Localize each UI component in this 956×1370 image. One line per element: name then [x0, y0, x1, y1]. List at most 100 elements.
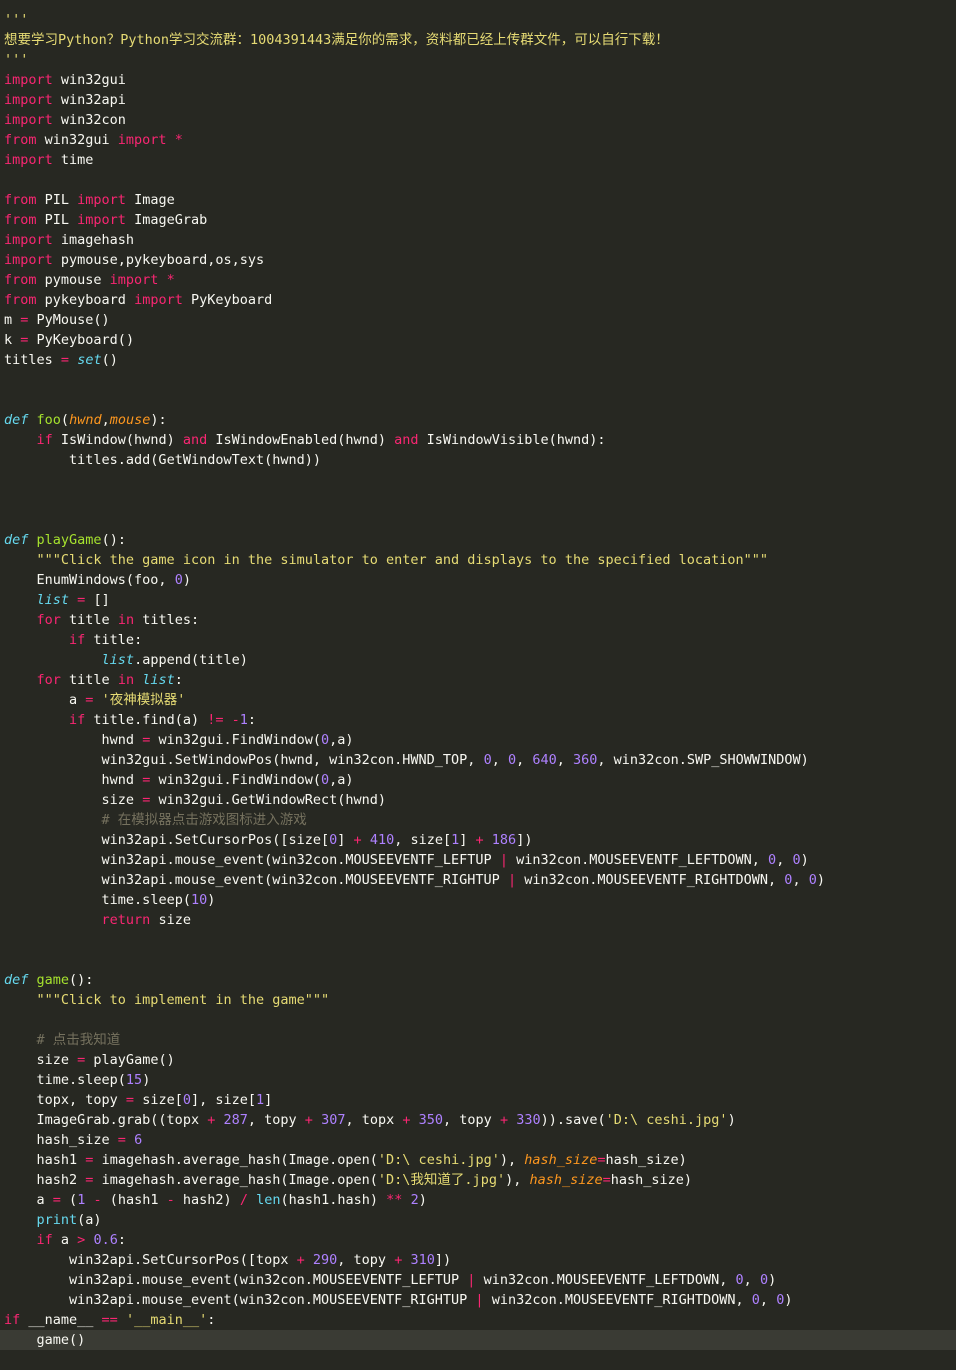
code-text: hash_size) — [605, 1152, 687, 1168]
code-text: imagehash — [52, 232, 135, 248]
code-line: import win32con — [4, 110, 126, 130]
code-line: list.append(title) — [4, 650, 248, 670]
code-editor[interactable]: ''' 想要学习Python？Python学习交流群：1004391443满足你的… — [0, 0, 956, 1370]
code-text: size — [101, 792, 143, 808]
code-text: PIL — [36, 192, 78, 208]
keyword: import — [134, 292, 183, 308]
code-text: )).save( — [540, 1112, 606, 1128]
code-line: list = [] — [4, 590, 110, 610]
code-text: ), — [499, 1152, 525, 1168]
code-line: topx, topy = size[0], size[1] — [4, 1090, 273, 1110]
code-text: ,a) — [329, 732, 354, 748]
code-text: ) — [768, 1272, 777, 1288]
operator: = — [125, 1092, 135, 1108]
code-line: ImageGrab.grab((topx + 287, topy + 307, … — [4, 1110, 736, 1130]
number: 350 — [418, 1112, 444, 1128]
function-name: game — [36, 972, 70, 988]
code-line: a = '夜神模拟器' — [4, 690, 185, 710]
code-text: imagehash.average_hash(Image.open( — [93, 1152, 378, 1168]
code-line: hash_size = 6 — [4, 1130, 143, 1150]
code-line: titles.add(GetWindowText(hwnd)) — [4, 450, 321, 470]
string: """Click the game icon in the simulator … — [36, 552, 769, 568]
operator: * — [174, 132, 183, 148]
code-text: titles: — [134, 612, 200, 628]
code-line: ''' — [4, 10, 28, 30]
code-text: win32gui.SetWindowPos(hwnd, win32con.HWN… — [101, 752, 484, 768]
comment: # 点击我知道 — [36, 1032, 121, 1048]
number: 186 — [491, 832, 517, 848]
code-line: print(a) — [4, 1210, 102, 1230]
code-text: ,a) — [329, 772, 354, 788]
code-text: , — [556, 752, 574, 768]
code-text: , — [743, 1272, 760, 1288]
string: '夜神模拟器' — [101, 692, 186, 708]
code-text: title — [60, 672, 118, 688]
code-text: , topy — [247, 1112, 305, 1128]
code-line: def foo(hwnd,mouse): — [4, 410, 167, 430]
keyword: for — [36, 672, 61, 688]
number: 330 — [516, 1112, 541, 1128]
code-text: IsWindow(hwnd) — [52, 432, 183, 448]
code-text: , topx — [345, 1112, 403, 1128]
keyword: for — [36, 612, 61, 628]
string: 想要学习Python？Python学习交流群：1004391443满足你的需求，… — [4, 32, 669, 48]
code-text: () — [101, 352, 118, 368]
number: 0 — [768, 852, 777, 868]
code-line: size = win32gui.GetWindowRect(hwnd) — [4, 790, 386, 810]
keyword: return — [101, 912, 151, 928]
code-text: (hash1.hash) — [280, 1192, 387, 1208]
code-line: if __name__ == '__main__': — [4, 1310, 215, 1330]
code-text: ) — [142, 1072, 151, 1088]
number: 290 — [312, 1252, 338, 1268]
number: 0 — [792, 852, 801, 868]
code-text: ( — [60, 1192, 78, 1208]
code-text: win32con — [52, 112, 126, 128]
number: 310 — [410, 1252, 435, 1268]
code-line: win32api.mouse_event(win32con.MOUSEEVENT… — [4, 870, 825, 890]
code-text: win32api.SetCursorPos([topx — [69, 1252, 297, 1268]
code-text: ], size[ — [190, 1092, 257, 1108]
code-text: PyMouse() — [28, 312, 110, 328]
code-text: hwnd — [101, 772, 143, 788]
code-text: ) — [182, 572, 191, 588]
number: 0 — [321, 732, 330, 748]
operator: + — [296, 1252, 305, 1268]
code-line: hash2 = imagehash.average_hash(Image.ope… — [4, 1170, 693, 1190]
operator: != — [207, 712, 224, 728]
code-text: win32api.mouse_event(win32con.MOUSEEVENT… — [101, 872, 508, 888]
operator: = — [60, 352, 70, 368]
code-line: for title in titles: — [4, 610, 200, 630]
code-text: ( — [60, 412, 70, 428]
code-text: EnumWindows(foo, — [36, 572, 175, 588]
code-text: , — [792, 872, 809, 888]
code-text: win32api.SetCursorPos([size[ — [101, 832, 330, 848]
code-text: , win32con.SWP_SHOWWINDOW) — [597, 752, 809, 768]
comment: # 在模拟器点击游戏图标进入游戏 — [101, 812, 307, 828]
string: ''' — [4, 12, 29, 28]
number: 0 — [808, 872, 817, 888]
code-text: hwnd — [101, 732, 143, 748]
code-text: game() — [36, 1332, 86, 1348]
